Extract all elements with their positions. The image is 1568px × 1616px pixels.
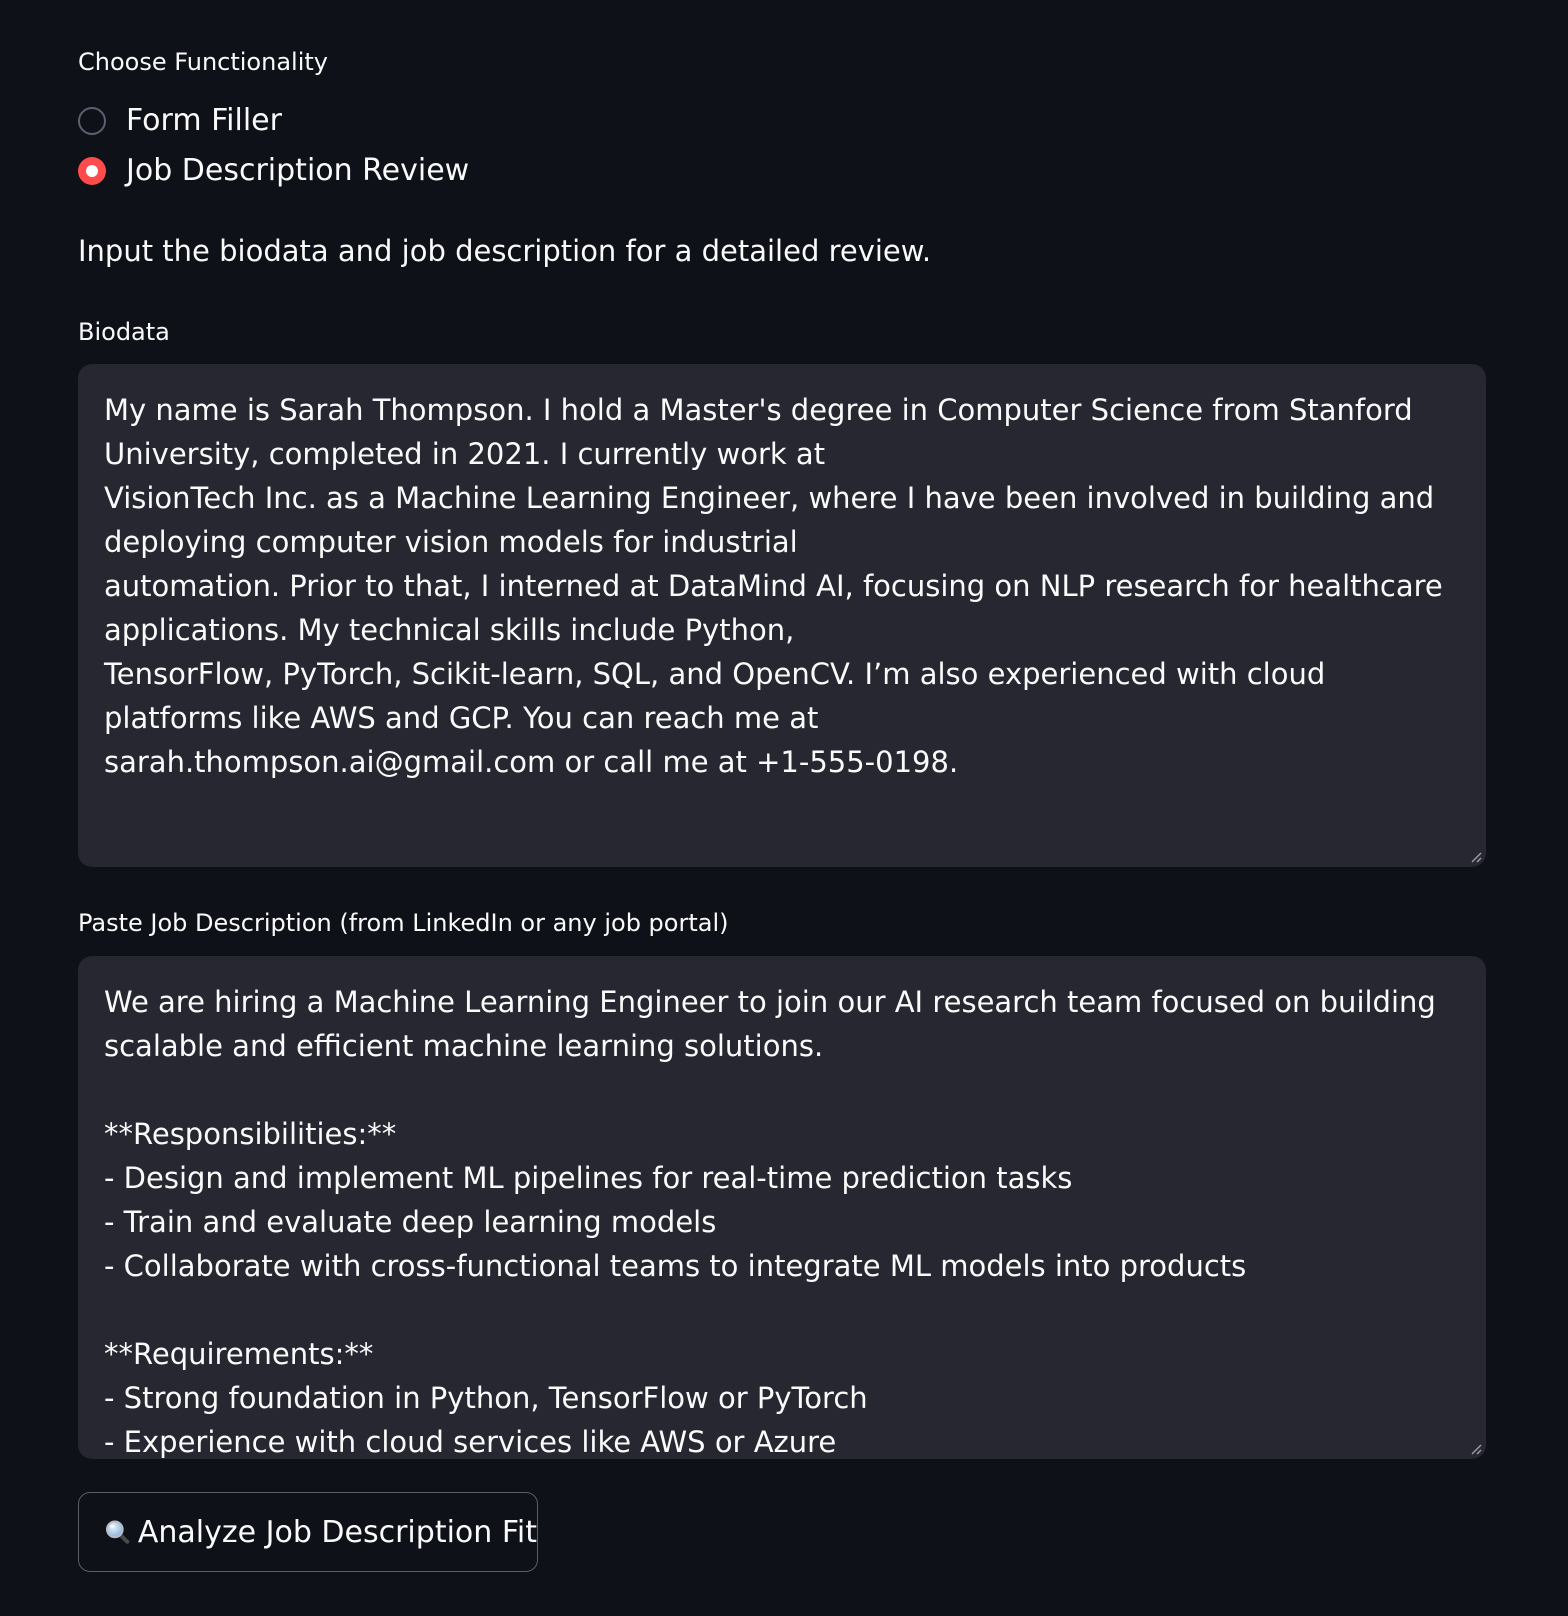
radio-button-checked[interactable]	[78, 157, 106, 185]
radio-label-form-filler: Form Filler	[126, 103, 282, 138]
resize-handle-icon[interactable]	[1470, 851, 1482, 863]
resize-handle-icon[interactable]	[1470, 1443, 1482, 1455]
biodata-textarea[interactable]: My name is Sarah Thompson. I hold a Mast…	[78, 364, 1486, 867]
radio-option-job-description-review[interactable]: Job Description Review	[78, 151, 469, 191]
magnifying-glass-icon	[105, 1520, 130, 1544]
job-description-textarea[interactable]: We are hiring a Machine Learning Enginee…	[78, 956, 1486, 1459]
radio-button-unchecked[interactable]	[78, 107, 106, 135]
radio-label-job-description-review: Job Description Review	[126, 153, 470, 188]
job-description-text: We are hiring a Machine Learning Enginee…	[104, 985, 1436, 1459]
biodata-text: My name is Sarah Thompson. I hold a Mast…	[104, 393, 1443, 779]
functionality-label: Choose Functionality	[78, 48, 328, 76]
analyze-job-description-button[interactable]: Analyze Job Description Fit	[78, 1492, 538, 1572]
analyze-button-label: Analyze Job Description Fit	[137, 1514, 537, 1550]
radio-option-form-filler[interactable]: Form Filler	[78, 101, 282, 141]
intro-text: Input the biodata and job description fo…	[78, 234, 932, 268]
biodata-label: Biodata	[78, 318, 170, 346]
job-description-label: Paste Job Description (from LinkedIn or …	[78, 909, 729, 937]
